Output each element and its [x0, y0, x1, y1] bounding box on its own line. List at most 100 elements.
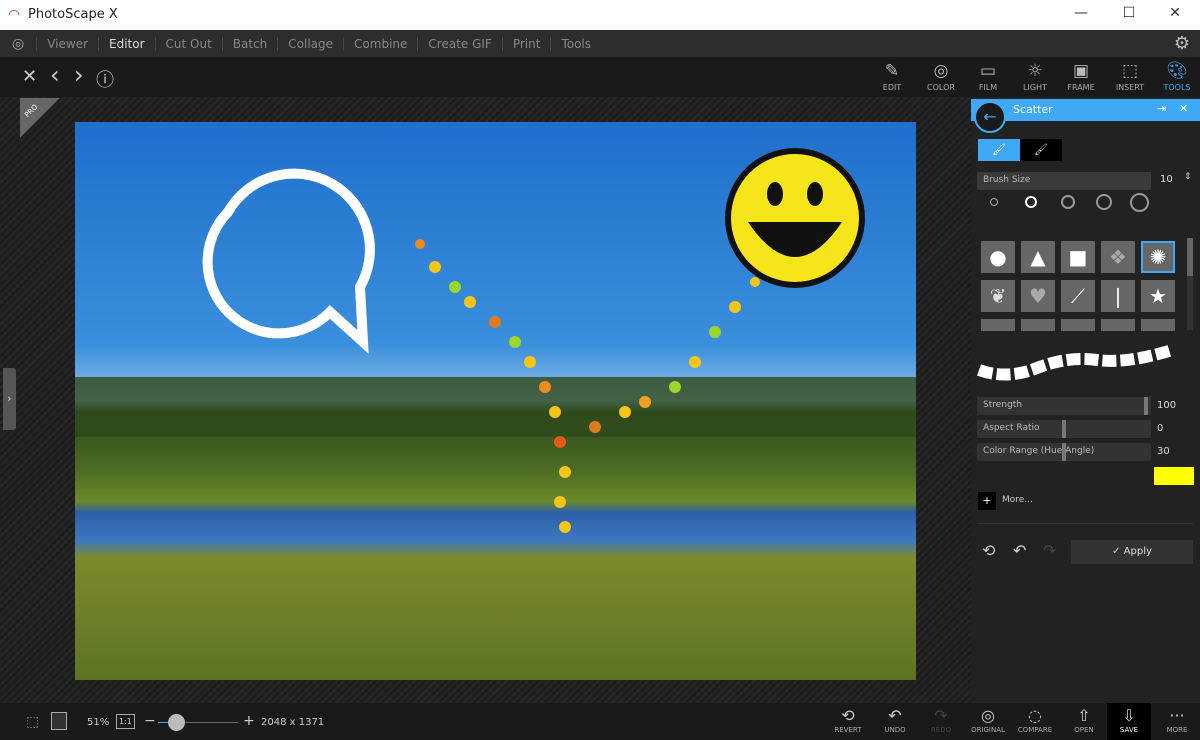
undo-icon[interactable]: ↶: [1013, 541, 1026, 560]
menu-print[interactable]: Print: [501, 36, 551, 51]
zoom-in-icon[interactable]: +: [243, 713, 255, 729]
frame-icon: ▣: [1072, 61, 1090, 81]
menu-viewer[interactable]: Viewer: [36, 36, 98, 51]
gear-icon[interactable]: ⚙: [1174, 33, 1200, 54]
color-swatch[interactable]: [1154, 467, 1194, 485]
menu-batch[interactable]: Batch: [221, 36, 278, 51]
save-button[interactable]: ⇩ SAVE: [1107, 703, 1151, 740]
shape-star-pro[interactable]: ★: [1141, 280, 1175, 312]
stepper-icon[interactable]: ⇕: [1184, 172, 1192, 182]
brush-size-preset[interactable]: [990, 198, 998, 206]
app-title: PhotoScape X: [28, 7, 118, 22]
image-dimensions: 2048 x 1371: [261, 717, 325, 728]
shape-fragments[interactable]: ❖: [1101, 241, 1135, 273]
zoom-slider[interactable]: [158, 714, 238, 731]
tab-insert[interactable]: ⬚ INSERT: [1106, 61, 1154, 92]
slider-label: Color Range (Hue Angle): [983, 446, 1095, 456]
back-button[interactable]: ←: [974, 101, 1006, 133]
strength-slider[interactable]: Strength: [977, 397, 1151, 415]
minimize-button[interactable]: —: [1066, 5, 1096, 21]
brush-add-button[interactable]: 🖌︎: [978, 139, 1020, 161]
photo-overlay: [75, 148, 916, 533]
expand-left-panel-button[interactable]: ›: [3, 368, 16, 430]
brush-size-value[interactable]: 10: [1160, 174, 1200, 185]
close-panel-icon[interactable]: ✕: [1179, 102, 1188, 115]
undo-button[interactable]: ↶ UNDO: [873, 706, 917, 734]
shape-triangle[interactable]: ▲: [1021, 241, 1055, 273]
pin-icon[interactable]: ⇥: [1157, 102, 1166, 115]
brush-size-slider[interactable]: Brush Size: [977, 172, 1151, 190]
panel-title: Scatter: [1013, 103, 1053, 116]
tab-color[interactable]: ◎ COLOR: [917, 61, 965, 92]
zoom-out-icon[interactable]: −: [144, 713, 156, 729]
brush-shape-grid: ● ▲ ■ ❖ ✺ ❦ ♥ ⟋ ❘ ★: [981, 241, 1181, 331]
next-icon[interactable]: ›: [74, 61, 84, 89]
brush-erase-button[interactable]: 🖌︎: [1020, 139, 1062, 161]
menu-tools[interactable]: Tools: [550, 36, 601, 51]
strength-value[interactable]: 100: [1157, 400, 1197, 411]
palette-icon: 🎨︎: [1166, 61, 1188, 81]
revert-all-icon[interactable]: ⟲: [982, 541, 995, 560]
slider-thumb[interactable]: [1062, 443, 1066, 461]
revert-button[interactable]: ⟲ REVERT: [826, 706, 870, 734]
split-view-icon[interactable]: [51, 712, 67, 730]
shape-splatter[interactable]: ✺: [1141, 241, 1175, 273]
brush-size-preset[interactable]: [1130, 193, 1149, 212]
slider-label: Aspect Ratio: [983, 423, 1040, 433]
photo-image[interactable]: [75, 122, 916, 680]
prev-icon[interactable]: ‹: [50, 61, 60, 89]
more-plus-icon[interactable]: +: [978, 492, 996, 510]
original-button[interactable]: ◎ ORIGINAL: [966, 706, 1010, 734]
redo-icon[interactable]: ↷: [1043, 541, 1056, 560]
tab-frame[interactable]: ▣ FRAME: [1057, 61, 1105, 92]
shape-bar-pro[interactable]: ❘: [1101, 280, 1135, 312]
color-range-slider[interactable]: Color Range (Hue Angle): [977, 443, 1151, 461]
menu-cut-out[interactable]: Cut Out: [154, 36, 222, 51]
smiley-sticker: [725, 148, 865, 288]
pro-badge: PRO: [20, 98, 60, 138]
more-link[interactable]: More...: [1002, 495, 1033, 505]
menu-collage[interactable]: Collage: [277, 36, 343, 51]
tab-label: COLOR: [927, 83, 955, 92]
shape-leaves[interactable]: ❦: [981, 280, 1015, 312]
tab-film[interactable]: ▭ FILM: [964, 61, 1012, 92]
zoom-slider-thumb[interactable]: [168, 714, 185, 731]
close-icon[interactable]: ✕: [22, 66, 37, 87]
home-icon[interactable]: ◎: [0, 36, 36, 52]
aspect-ratio-value[interactable]: 0: [1157, 423, 1197, 434]
tab-light[interactable]: ☼ LIGHT: [1011, 61, 1059, 92]
shape-square[interactable]: ■: [1061, 241, 1095, 273]
apply-button[interactable]: ✓ Apply: [1071, 540, 1193, 564]
shape-circle[interactable]: ●: [981, 241, 1015, 273]
app-logo-icon: ◠: [8, 7, 21, 23]
more-button[interactable]: ··· MORE: [1155, 706, 1199, 734]
menu-create-gif[interactable]: Create GIF: [417, 36, 501, 51]
tab-edit[interactable]: ✎ EDIT: [868, 61, 916, 92]
close-button[interactable]: ✕: [1160, 5, 1190, 21]
insert-icon: ⬚: [1121, 61, 1139, 81]
redo-button[interactable]: ↷ REDO: [919, 706, 963, 734]
tab-label: INSERT: [1115, 83, 1145, 92]
slider-label: Strength: [983, 400, 1022, 410]
slider-thumb[interactable]: [1144, 397, 1148, 415]
brush-size-preset[interactable]: [1061, 195, 1075, 209]
edit-icon: ✎: [884, 61, 900, 81]
grid-scrollbar[interactable]: [1187, 238, 1193, 330]
aspect-ratio-slider[interactable]: Aspect Ratio: [977, 420, 1151, 438]
compare-button[interactable]: ◌ COMPARE: [1013, 706, 1057, 734]
slider-thumb[interactable]: [1062, 420, 1066, 438]
info-icon[interactable]: ⓘ: [96, 66, 114, 92]
color-range-value[interactable]: 30: [1157, 446, 1197, 457]
open-button[interactable]: ⇧ OPEN: [1062, 706, 1106, 734]
menu-combine[interactable]: Combine: [343, 36, 417, 51]
brush-size-preset[interactable]: [1025, 196, 1037, 208]
menu-editor[interactable]: Editor: [98, 36, 155, 51]
grid-icon[interactable]: ⬚: [26, 714, 39, 730]
maximize-button[interactable]: ☐: [1114, 5, 1144, 21]
tab-tools[interactable]: 🎨︎ TOOLS: [1153, 61, 1200, 92]
shape-hearts[interactable]: ♥: [1021, 280, 1055, 312]
shape-feather-pro[interactable]: ⟋: [1061, 280, 1095, 312]
speech-bubble-sticker: [202, 168, 375, 354]
brush-size-preset[interactable]: [1096, 194, 1112, 210]
actual-size-button[interactable]: 1:1: [116, 714, 135, 729]
